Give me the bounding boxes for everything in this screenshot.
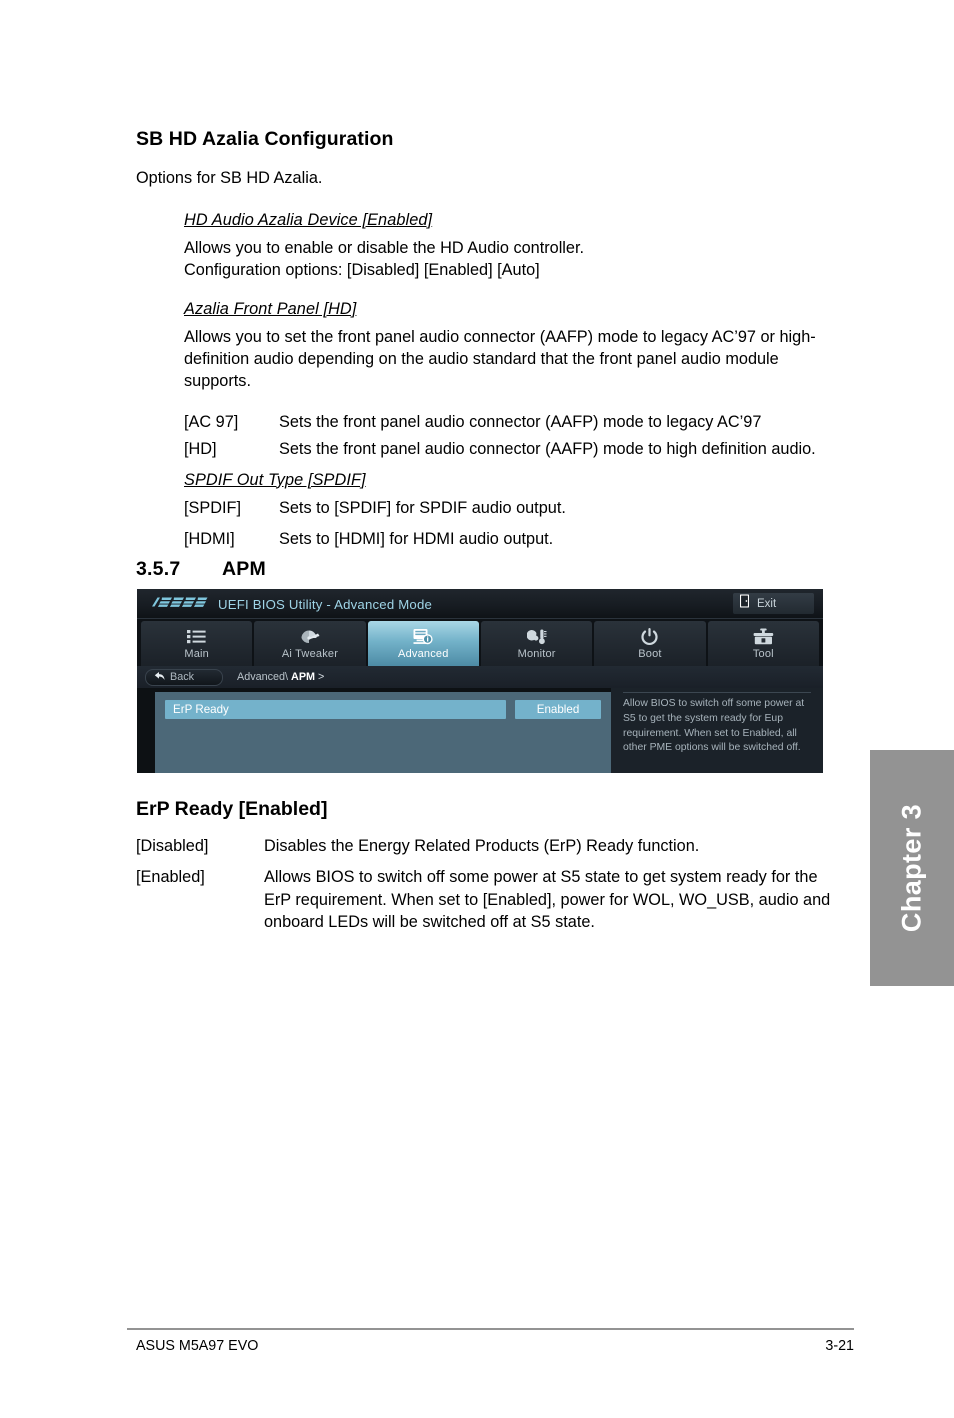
bios-help-text: Allow BIOS to switch off some power at S… bbox=[623, 698, 805, 754]
tab-label: Boot bbox=[638, 648, 662, 660]
asus-logo bbox=[150, 594, 208, 615]
exit-door-icon bbox=[739, 594, 751, 613]
tab-main[interactable]: Main bbox=[141, 621, 253, 666]
subsection-spdif-out-type: SPDIF Out Type [SPDIF] [SPDIF] Sets to [… bbox=[184, 471, 836, 551]
definition-list: [AC 97] Sets the front panel audio conne… bbox=[184, 411, 836, 461]
section-title: APM bbox=[222, 558, 266, 580]
subsection-line: Configuration options: [Disabled] [Enabl… bbox=[184, 261, 540, 280]
bios-content-area: ErP Ready Enabled Allow BIOS to switch o… bbox=[137, 688, 823, 773]
document-body: SB HD Azalia Configuration Options for S… bbox=[136, 128, 836, 561]
footer-product-name: ASUS M5A97 EVO bbox=[136, 1338, 259, 1354]
definition-row: [Disabled] Disables the Energy Related P… bbox=[136, 835, 836, 857]
tab-advanced[interactable]: Advanced bbox=[367, 621, 479, 666]
exit-button[interactable]: Exit bbox=[733, 593, 814, 614]
section-erp-ready: ErP Ready [Enabled] [Disabled] Disables … bbox=[136, 798, 836, 944]
tab-monitor[interactable]: Monitor bbox=[480, 621, 593, 666]
back-button[interactable]: Back bbox=[145, 668, 223, 686]
section-heading-apm: 3.5.7 APM bbox=[136, 558, 266, 581]
definition-term: [HD] bbox=[184, 440, 217, 459]
definition-desc: Sets to [HDMI] for HDMI audio output. bbox=[279, 530, 554, 549]
definition-row: [Enabled] Allows BIOS to switch off some… bbox=[136, 866, 836, 933]
bios-screenshot: UEFI BIOS Utility - Advanced Mode Exit M… bbox=[137, 589, 823, 773]
subsection-line: Allows you to set the front panel audio … bbox=[184, 327, 816, 391]
definition-term: [Enabled] bbox=[136, 868, 205, 887]
chapter-tab-label: Chapter 3 bbox=[896, 803, 927, 933]
breadcrumb-arrow: > bbox=[318, 671, 325, 683]
definition-list: [SPDIF] Sets to [SPDIF] for SPDIF audio … bbox=[184, 497, 836, 551]
thermometer-gauge-icon bbox=[526, 627, 547, 646]
bios-settings-list: ErP Ready Enabled bbox=[155, 692, 611, 773]
back-arrow-icon bbox=[154, 668, 165, 686]
section-lead-azalia: Options for SB HD Azalia. bbox=[136, 169, 323, 187]
advanced-info-icon bbox=[413, 627, 433, 646]
bios-title-bar: UEFI BIOS Utility - Advanced Mode Exit bbox=[137, 589, 823, 619]
erp-heading: ErP Ready [Enabled] bbox=[136, 798, 328, 820]
bios-breadcrumb-bar: Back Advanced\ APM > bbox=[137, 666, 823, 688]
tab-label: Ai Tweaker bbox=[281, 648, 339, 660]
power-icon bbox=[641, 627, 659, 646]
setting-row-erp-ready[interactable]: ErP Ready Enabled bbox=[165, 700, 601, 719]
definition-list: [Disabled] Disables the Energy Related P… bbox=[136, 835, 836, 934]
section-heading-azalia: SB HD Azalia Configuration bbox=[136, 128, 394, 150]
breadcrumb: Advanced\ APM > bbox=[237, 671, 324, 683]
setting-name: ErP Ready bbox=[165, 700, 506, 719]
definition-term: [Disabled] bbox=[136, 837, 209, 855]
definition-term: [SPDIF] bbox=[184, 498, 241, 517]
subsection-line: Allows you to enable or disable the HD A… bbox=[184, 239, 585, 257]
definition-desc: Disables the Energy Related Products (Er… bbox=[264, 837, 700, 855]
section-number: 3.5.7 bbox=[136, 558, 181, 580]
speedometer-icon bbox=[299, 627, 320, 646]
subsection-azalia-front-panel: Azalia Front Panel [HD] Allows you to se… bbox=[184, 300, 836, 461]
footer-divider bbox=[127, 1328, 854, 1330]
tab-label: Tool bbox=[752, 648, 774, 660]
definition-row: [HD] Sets the front panel audio connecto… bbox=[184, 438, 836, 460]
breadcrumb-parent[interactable]: Advanced\ bbox=[237, 671, 288, 683]
bios-tab-bar: Main Ai Tweaker Advanced Monitor Boot To… bbox=[137, 619, 823, 666]
definition-row: [SPDIF] Sets to [SPDIF] for SPDIF audio … bbox=[184, 497, 836, 519]
list-icon bbox=[187, 627, 206, 646]
setting-value[interactable]: Enabled bbox=[515, 700, 601, 719]
definition-row: [AC 97] Sets the front panel audio conne… bbox=[184, 411, 836, 433]
definition-desc: Allows BIOS to switch off some power at … bbox=[264, 868, 831, 932]
azalia-subsections: HD Audio Azalia Device [Enabled] Allows … bbox=[184, 211, 836, 551]
definition-desc: Sets to [SPDIF] for SPDIF audio output. bbox=[279, 498, 566, 517]
manual-page: Chapter 3 SB HD Azalia Configuration Opt… bbox=[0, 0, 954, 1418]
exit-label: Exit bbox=[757, 597, 777, 610]
bios-title: UEFI BIOS Utility - Advanced Mode bbox=[218, 596, 433, 612]
definition-row: [HDMI] Sets to [HDMI] for HDMI audio out… bbox=[184, 528, 836, 550]
subsection-hd-audio-azalia-device: HD Audio Azalia Device [Enabled] Allows … bbox=[184, 211, 836, 282]
chapter-tab: Chapter 3 bbox=[870, 750, 954, 986]
back-label: Back bbox=[170, 671, 195, 683]
subsection-title: HD Audio Azalia Device [Enabled] bbox=[184, 211, 433, 229]
tab-ai-tweaker[interactable]: Ai Tweaker bbox=[254, 621, 366, 666]
footer-page-number: 3-21 bbox=[825, 1338, 854, 1354]
tab-label: Advanced bbox=[398, 648, 449, 660]
subsection-title: Azalia Front Panel [HD] bbox=[184, 299, 357, 318]
definition-desc: Sets the front panel audio connector (AA… bbox=[279, 440, 816, 459]
subsection-title: SPDIF Out Type [SPDIF] bbox=[184, 470, 366, 489]
tab-label: Monitor bbox=[517, 648, 556, 660]
tab-boot[interactable]: Boot bbox=[594, 621, 706, 666]
definition-term: [HDMI] bbox=[184, 530, 235, 549]
toolbox-icon bbox=[753, 627, 774, 646]
definition-term: [AC 97] bbox=[184, 412, 239, 431]
bios-help-panel: Allow BIOS to switch off some power at S… bbox=[611, 688, 823, 773]
tab-label: Main bbox=[184, 648, 209, 660]
tab-tool[interactable]: Tool bbox=[707, 621, 819, 666]
breadcrumb-current: APM bbox=[291, 671, 316, 683]
definition-desc: Sets the front panel audio connector (AA… bbox=[279, 412, 762, 431]
